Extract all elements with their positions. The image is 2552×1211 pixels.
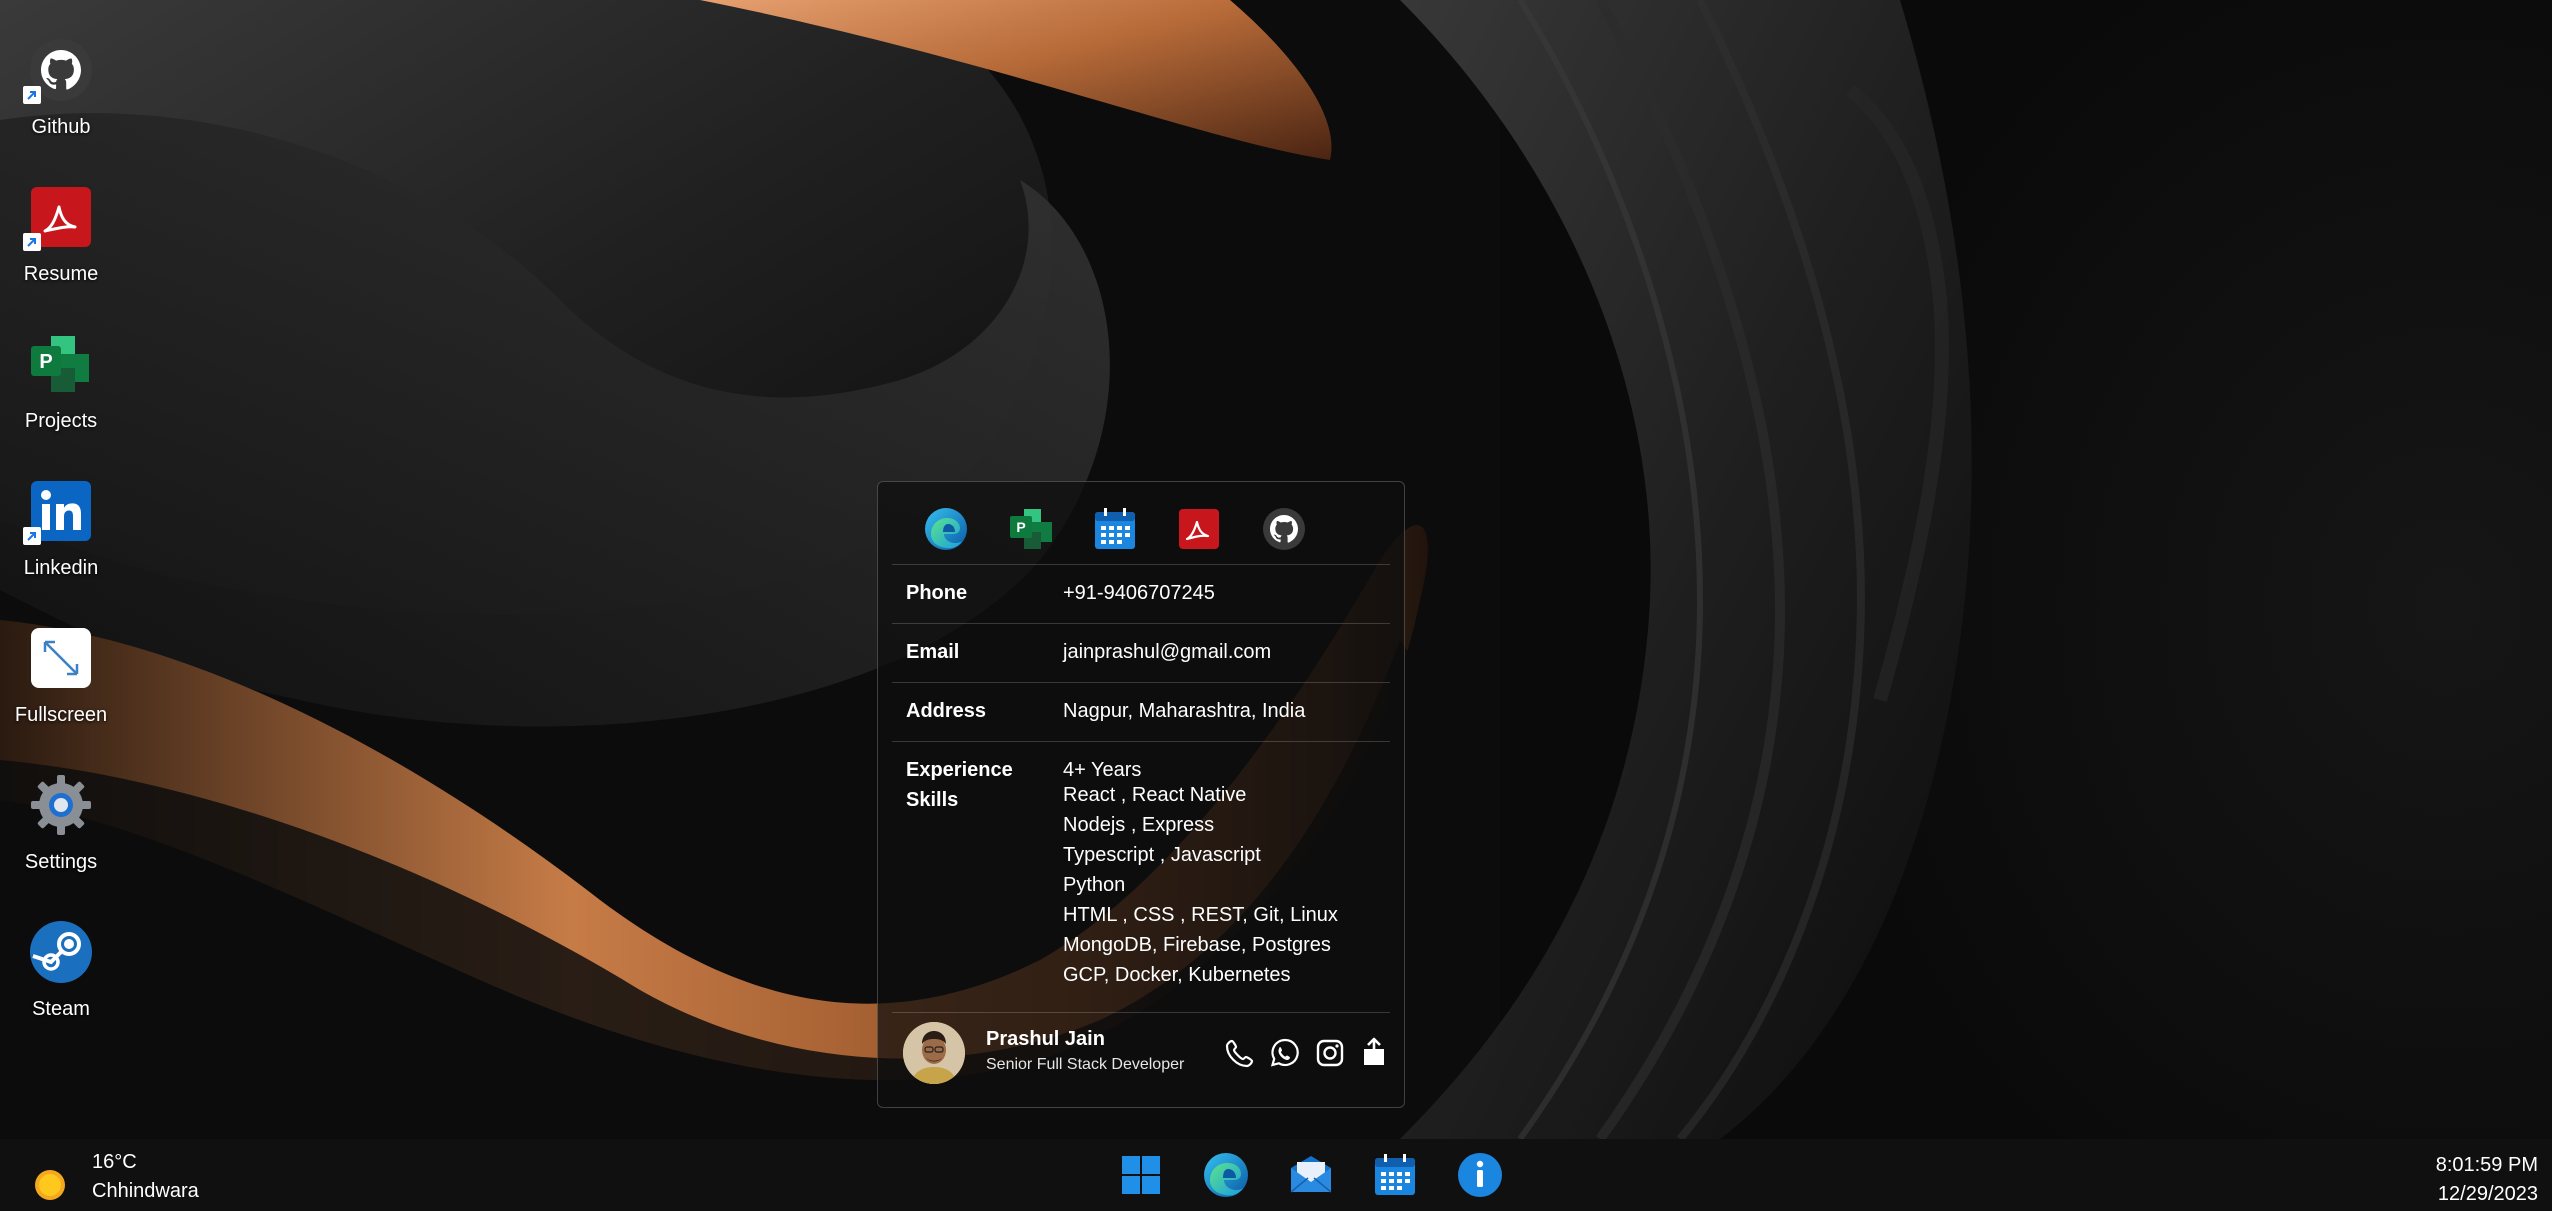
whatsapp-icon[interactable]	[1268, 1036, 1302, 1070]
card-app-bar: P	[892, 496, 1390, 565]
github-icon[interactable]	[1261, 506, 1307, 552]
desktop-icon-label: Steam	[32, 998, 90, 1020]
skill-item: React , React Native	[1063, 784, 1247, 806]
avatar	[903, 1022, 965, 1084]
clock-time: 8:01:59 PM	[2435, 1154, 2538, 1176]
system-clock[interactable]: 8:01:59 PM 12/29/2023	[2436, 1151, 2538, 1209]
skills-list: React , React Native Nodejs , Express Ty…	[1063, 780, 1338, 990]
skill-item: GCP, Docker, Kubernetes	[1063, 964, 1291, 986]
desktop-icon-label: Fullscreen	[14, 704, 108, 726]
desktop-icon-fullscreen[interactable]: Fullscreen	[0, 588, 122, 728]
calendar-icon[interactable]	[1092, 506, 1138, 552]
mail-icon[interactable]	[1286, 1150, 1336, 1200]
skill-item: Nodejs , Express	[1063, 814, 1215, 836]
sun-icon	[35, 1170, 65, 1200]
experience-label: Experience	[906, 759, 1013, 781]
windows-start-icon[interactable]	[1116, 1150, 1166, 1200]
contact-card-widget: P Phone +91-9406707245 Email jainprashul…	[877, 481, 1405, 1108]
skills-label: Skills	[906, 789, 959, 811]
experience-value: 4+ Years	[1063, 759, 1142, 781]
experience-skills-row: Experience 4+ Years Skills React , React…	[892, 741, 1390, 1013]
skill-item: Typescript , Javascript	[1063, 844, 1261, 866]
calendar-icon[interactable]	[1370, 1150, 1420, 1200]
email-label: Email	[906, 641, 960, 663]
phone-value[interactable]: +91-9406707245	[1063, 582, 1215, 605]
desktop-icon-steam[interactable]: Steam	[0, 882, 122, 1022]
taskbar: 16°C Chhindwara 8:01:59 PM 12/29/2023	[0, 1139, 2552, 1211]
instagram-icon[interactable]	[1313, 1036, 1347, 1070]
edge-icon[interactable]	[923, 506, 969, 552]
desktop-icon-linkedin[interactable]: Linkedin	[0, 441, 122, 581]
address-row: Address Nagpur, Maharashtra, India	[892, 682, 1390, 742]
edge-icon[interactable]	[1201, 1150, 1251, 1200]
skill-item: HTML , CSS , REST, Git, Linux	[1063, 904, 1338, 926]
desktop-icon-projects[interactable]: P Projects	[0, 294, 122, 434]
desktop-icon-label: Linkedin	[23, 557, 99, 579]
svg-text:P: P	[1016, 519, 1025, 535]
shortcut-arrow-icon	[23, 86, 41, 104]
profile-name: Prashul Jain	[986, 1028, 1105, 1050]
pdf-icon[interactable]	[1176, 506, 1222, 552]
skill-item: Python	[1063, 874, 1126, 896]
profile-title: Senior Full Stack Developer	[986, 1056, 1185, 1073]
desktop-icon-label: Github	[31, 116, 91, 138]
desktop-icon-label: Resume	[23, 263, 99, 285]
info-icon[interactable]	[1455, 1150, 1505, 1200]
shortcut-arrow-icon	[23, 233, 41, 251]
address-value: Nagpur, Maharashtra, India	[1063, 700, 1306, 722]
gear-icon	[31, 775, 91, 835]
phone-label: Phone	[906, 582, 968, 604]
clock-date: 12/29/2023	[2437, 1183, 2538, 1205]
email-value[interactable]: jainprashul@gmail.com	[1063, 641, 1271, 664]
desktop-icon-label: Settings	[24, 851, 98, 873]
desktop-icon-label: Projects	[24, 410, 98, 432]
desktop-icon-github[interactable]: Github	[0, 0, 122, 140]
profile-footer: Prashul Jain Senior Full Stack Developer	[892, 1012, 1390, 1094]
share-icon[interactable]	[1357, 1036, 1391, 1070]
weather-city: Chhindwara	[92, 1180, 199, 1202]
steam-icon	[30, 921, 92, 983]
fullscreen-icon	[31, 628, 91, 688]
svg-text:P: P	[39, 351, 52, 373]
weather-widget[interactable]: 16°C Chhindwara	[24, 1147, 224, 1207]
phone-row: Phone +91-9406707245	[892, 564, 1390, 624]
desktop-icon-resume[interactable]: Resume	[0, 147, 122, 287]
desktop-icon-settings[interactable]: Settings	[0, 735, 122, 875]
skill-item: MongoDB, Firebase, Postgres	[1063, 934, 1331, 956]
project-icon[interactable]: P	[1008, 506, 1054, 552]
project-icon: P	[31, 336, 89, 392]
shortcut-arrow-icon	[23, 527, 41, 545]
weather-temperature: 16°C	[92, 1151, 137, 1173]
phone-icon[interactable]	[1223, 1036, 1257, 1070]
address-label: Address	[906, 700, 987, 722]
email-row: Email jainprashul@gmail.com	[892, 623, 1390, 683]
